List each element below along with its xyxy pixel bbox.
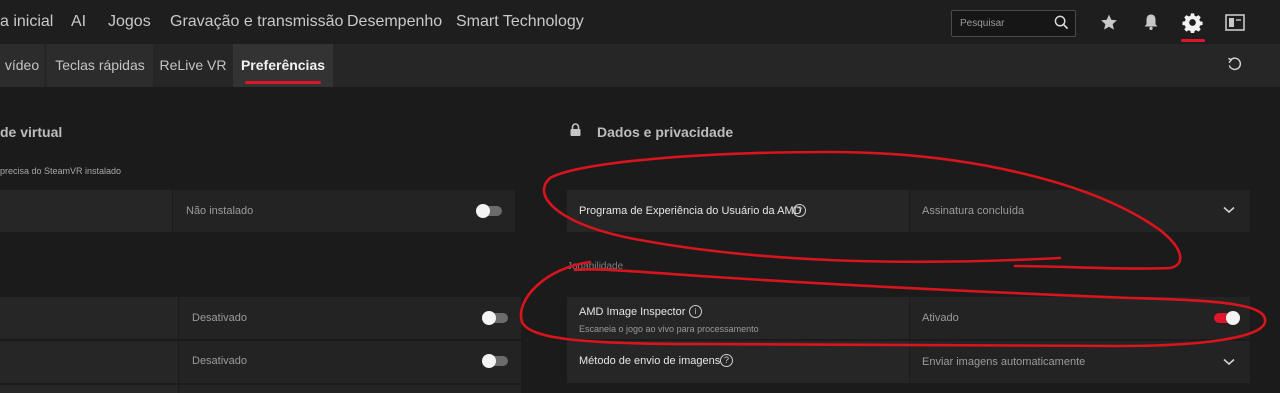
left-row-2-toggle[interactable]: [482, 311, 508, 325]
reset-icon[interactable]: [1227, 57, 1242, 72]
vr-toggle[interactable]: [476, 204, 502, 218]
left-row-3-value: Desativado: [192, 355, 248, 367]
preferences-active-indicator: [245, 81, 321, 84]
tab-video[interactable]: vídeo: [0, 44, 44, 87]
nav-ai[interactable]: AI: [71, 13, 86, 31]
nav-smart-technology[interactable]: Smart Technology: [456, 13, 584, 31]
search-input[interactable]: [960, 15, 1048, 31]
left-section-note: precisa do SteamVR instalado: [0, 166, 122, 176]
program-status-value: Assinatura concluída: [922, 205, 1025, 217]
left-row-3: [0, 341, 521, 383]
program-chevron-down-icon[interactable]: [1223, 206, 1235, 214]
bell-icon[interactable]: [1142, 12, 1160, 32]
image-send-method-chevron-down-icon[interactable]: [1223, 358, 1235, 366]
nav-performance[interactable]: Desempenho: [347, 13, 442, 31]
gameplay-section-title: Jogabilidade: [567, 261, 624, 272]
nav-recording-streaming[interactable]: Gravação e transmissão: [170, 13, 343, 31]
image-inspector-label: AMD Image Inspector: [579, 306, 686, 318]
image-send-method-help-icon[interactable]: ?: [720, 354, 733, 367]
nav-games[interactable]: Jogos: [108, 13, 151, 31]
search-box[interactable]: [951, 10, 1076, 37]
left-row-3-toggle[interactable]: [482, 354, 508, 368]
left-section-title: de virtual: [0, 124, 63, 140]
tab-relive-vr[interactable]: ReLive VR: [153, 44, 233, 87]
layout-toggle-icon[interactable]: [1225, 14, 1245, 31]
program-help-icon[interactable]: ?: [793, 204, 806, 217]
image-inspector-description: Escaneia o jogo ao vivo para processamen…: [579, 324, 759, 334]
image-inspector-toggle[interactable]: [1214, 311, 1240, 325]
privacy-section-title: Dados e privacidade: [597, 124, 734, 140]
left-row-2-value: Desativado: [192, 312, 248, 324]
left-row-4: [0, 385, 521, 393]
tab-hotkeys[interactable]: Teclas rápidas: [47, 44, 153, 87]
image-send-method-label: Método de envio de imagens: [579, 355, 721, 367]
lock-icon: [570, 123, 581, 136]
nav-home[interactable]: a inicial: [0, 13, 53, 31]
image-inspector-status: Ativado: [922, 312, 959, 324]
vr-row: [0, 190, 515, 232]
vr-status-value: Não instalado: [186, 205, 254, 217]
top-navigation: a inicial AI Jogos Gravação e transmissã…: [0, 0, 1280, 44]
settings-active-indicator: [1181, 39, 1205, 42]
gear-icon[interactable]: [1182, 12, 1203, 33]
search-icon[interactable]: [1054, 15, 1069, 30]
program-label: Programa de Experiência do Usuário da AM…: [579, 205, 802, 217]
star-icon[interactable]: [1099, 13, 1119, 32]
left-row-2: [0, 297, 521, 339]
image-inspector-info-icon[interactable]: i: [689, 305, 702, 318]
image-send-method-value: Enviar imagens automaticamente: [922, 356, 1086, 368]
